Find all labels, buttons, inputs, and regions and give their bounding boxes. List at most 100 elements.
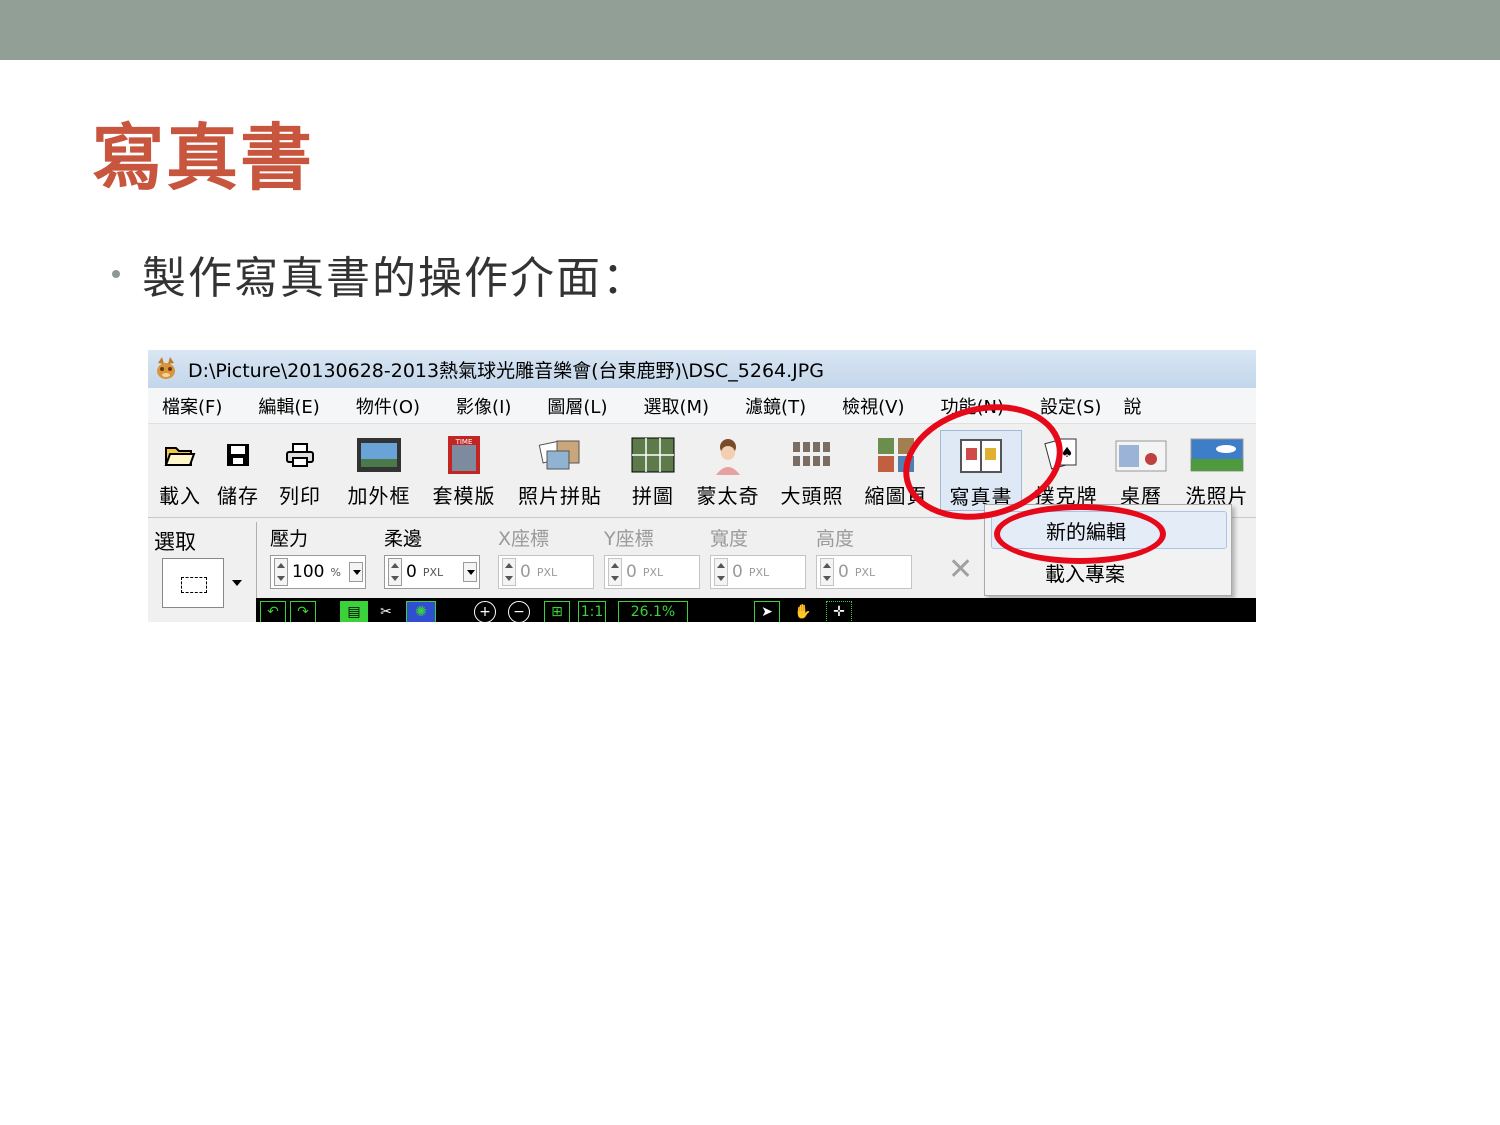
toolbar-label: 加外框 <box>347 484 411 508</box>
toolbar-template-button[interactable]: TIME 套模版 <box>424 434 504 509</box>
pressure-value: 100 <box>292 562 325 582</box>
soften-input[interactable]: 0 PXL <box>384 555 480 589</box>
toolbar-calendar-button[interactable]: 桌曆 <box>1110 434 1172 509</box>
zoom-in-icon[interactable]: + <box>474 601 496 622</box>
menu-file[interactable]: 檔案(F) <box>148 393 236 419</box>
svg-text:♠: ♠ <box>1061 445 1074 461</box>
select-shape-button[interactable] <box>162 558 224 608</box>
photo-book-icon <box>943 435 1019 477</box>
pointer-icon[interactable]: ➤ <box>754 601 780 622</box>
menu-edit[interactable]: 編輯(E) <box>236 393 333 419</box>
svg-text:TIME: TIME <box>455 438 473 446</box>
effect-icon[interactable]: ✺ <box>406 601 436 622</box>
close-icon[interactable]: ✕ <box>948 552 973 587</box>
x-coordinate-field: X座標 0 PXL <box>498 524 594 589</box>
y-coordinate-input[interactable]: 0 PXL <box>604 555 700 589</box>
toolbar-save-button[interactable]: 儲存 <box>212 434 264 509</box>
redo-icon[interactable]: ↷ <box>290 601 316 622</box>
pressure-spinner[interactable] <box>274 558 288 586</box>
soften-dropdown-icon[interactable] <box>463 562 477 582</box>
width-field: 寬度 0 PXL <box>710 524 806 589</box>
toolbar-poker-button[interactable]: ♠ 撲克牌 <box>1026 434 1106 509</box>
y-coordinate-unit: PXL <box>642 565 664 579</box>
copy-icon[interactable]: ▤ <box>340 601 368 622</box>
menu-function[interactable]: 功能(N) <box>918 393 1018 419</box>
calendar-icon <box>1110 434 1172 476</box>
window-titlebar: D:\Picture\20130628-2013熱氣球光雕音樂會(台東鹿野)\D… <box>148 350 1256 388</box>
menu-image[interactable]: 影像(I) <box>434 393 525 419</box>
thumbnail-icon <box>856 434 936 476</box>
width-input[interactable]: 0 PXL <box>710 555 806 589</box>
y-coordinate-field: Y座標 0 PXL <box>604 524 700 589</box>
hand-icon[interactable]: ✋ <box>788 601 818 622</box>
height-spinner[interactable] <box>820 558 834 586</box>
y-coordinate-value: 0 <box>626 562 637 582</box>
height-input[interactable]: 0 PXL <box>816 555 912 589</box>
height-field: 高度 0 PXL <box>816 524 912 589</box>
pressure-input[interactable]: 100 % <box>270 555 366 589</box>
menu-layer[interactable]: 圖層(L) <box>525 393 621 419</box>
soften-spinner[interactable] <box>388 558 402 586</box>
bullet-item: 製作寫真書的操作介面： <box>112 242 648 306</box>
new-album-menu-item[interactable]: 新的編輯 <box>991 511 1227 549</box>
menu-filter[interactable]: 濾鏡(T) <box>723 393 820 419</box>
x-coordinate-spinner[interactable] <box>502 558 516 586</box>
menu-view[interactable]: 檢視(V) <box>820 393 918 419</box>
toolbar-photo-book-button[interactable]: 寫真書 <box>940 430 1022 511</box>
toolbar-collage-button[interactable]: 照片拼貼 <box>508 434 612 509</box>
toolbar-add-frame-button[interactable]: 加外框 <box>340 434 418 509</box>
divider <box>256 522 257 598</box>
rect-select-icon <box>181 577 207 593</box>
undo-icon[interactable]: ↶ <box>260 601 286 622</box>
x-coordinate-input[interactable]: 0 PXL <box>498 555 594 589</box>
cut-icon[interactable]: ✂ <box>374 601 398 622</box>
width-spinner[interactable] <box>714 558 728 586</box>
toolbar-label: 列印 <box>279 484 321 508</box>
select-tool-label: 選取 <box>154 530 196 554</box>
soften-field: 柔邊 0 PXL <box>384 524 480 589</box>
toolbar-print-button[interactable]: 列印 <box>272 434 328 509</box>
montage-icon <box>688 434 768 476</box>
toolbar-load-button[interactable]: 載入 <box>154 434 206 509</box>
toolbar-id-photo-button[interactable]: 大頭照 <box>772 434 852 509</box>
toolbar-label: 拼圖 <box>632 484 674 508</box>
window-title: D:\Picture\20130628-2013熱氣球光雕音樂會(台東鹿野)\D… <box>188 359 824 382</box>
menu-select[interactable]: 選取(M) <box>621 393 723 419</box>
toolbar-label: 儲存 <box>217 484 259 508</box>
slide-title: 寫真書 <box>92 116 315 200</box>
width-label: 寬度 <box>710 528 749 550</box>
marquee-icon[interactable]: ✛ <box>826 601 852 622</box>
height-label: 高度 <box>816 528 855 550</box>
toolbar-label: 套模版 <box>432 484 496 508</box>
toolbar-label: 大頭照 <box>780 484 844 508</box>
actual-size-button[interactable]: 1:1 <box>578 601 606 622</box>
toolbar-thumbnail-button[interactable]: 縮圖頁 <box>856 434 936 509</box>
soften-label: 柔邊 <box>384 528 423 550</box>
poker-card-icon: ♠ <box>1026 434 1106 476</box>
fit-window-icon[interactable]: ⊞ <box>544 601 570 622</box>
slide-header-band <box>0 0 1500 60</box>
menu-object[interactable]: 物件(O) <box>334 393 434 419</box>
menu-settings[interactable]: 設定(S) <box>1018 393 1115 419</box>
load-project-menu-item[interactable]: 載入專案 <box>991 553 1227 591</box>
y-coordinate-spinner[interactable] <box>608 558 622 586</box>
zoom-level: 26.1% <box>618 601 688 622</box>
save-disk-icon <box>212 434 264 476</box>
canvas-toolbar: ↶ ↷ ▤ ✂ ✺ + − ⊞ 1:1 26.1% ➤ ✋ ✛ <box>256 598 1256 622</box>
zoom-out-icon[interactable]: − <box>508 601 530 622</box>
puzzle-icon <box>624 434 682 476</box>
pressure-field: 壓力 100 % <box>270 524 366 589</box>
y-coordinate-label: Y座標 <box>604 528 654 550</box>
menu-help[interactable]: 說 <box>1115 393 1155 419</box>
frame-icon <box>340 434 418 476</box>
photo-book-dropdown-menu: 新的編輯 載入專案 <box>984 504 1232 596</box>
print-photo-icon <box>1178 434 1256 476</box>
toolbar-print-photo-button[interactable]: 洗照片 <box>1178 434 1256 509</box>
select-dropdown-arrow-icon[interactable] <box>232 580 242 586</box>
height-unit: PXL <box>854 565 876 579</box>
toolbar-montage-button[interactable]: 蒙太奇 <box>688 434 768 509</box>
toolbar-puzzle-button[interactable]: 拼圖 <box>624 434 682 509</box>
app-screenshot: D:\Picture\20130628-2013熱氣球光雕音樂會(台東鹿野)\D… <box>148 350 1256 622</box>
pressure-dropdown-icon[interactable] <box>349 562 363 582</box>
x-coordinate-unit: PXL <box>536 565 558 579</box>
